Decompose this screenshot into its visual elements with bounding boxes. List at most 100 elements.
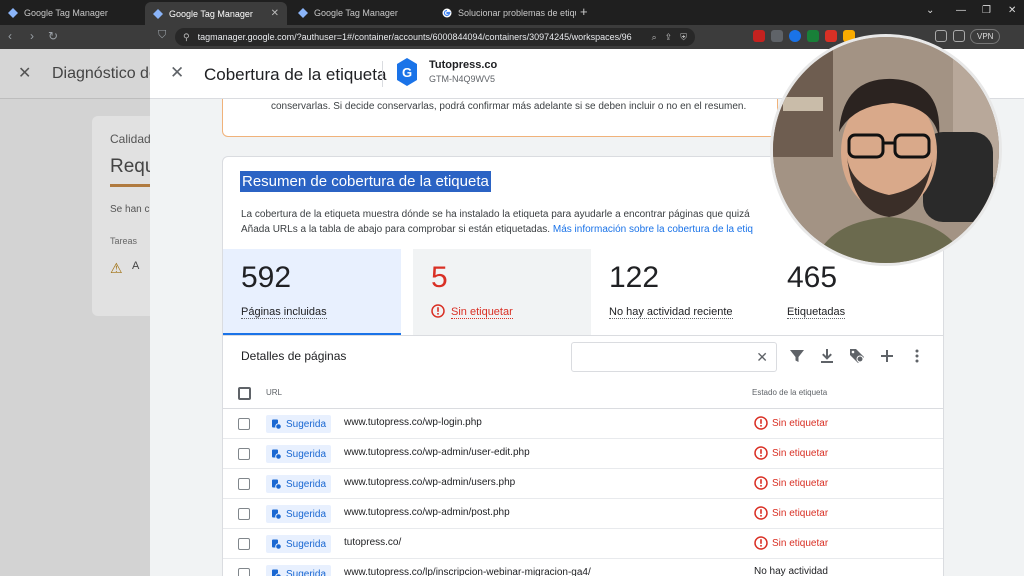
suggested-page-icon	[272, 569, 282, 576]
error-icon	[754, 416, 768, 430]
reload-icon[interactable]: ↻	[48, 29, 58, 43]
extension-icon[interactable]	[753, 30, 765, 42]
row-checkbox[interactable]	[238, 568, 250, 576]
more-options-icon[interactable]	[909, 348, 925, 364]
table-row[interactable]: Sugerida www.tutopress.co/wp-login.php Sin…	[223, 409, 943, 439]
stat-value: 122	[609, 261, 660, 294]
maximize-icon[interactable]: ❐	[982, 5, 991, 16]
bookmark-icon[interactable]: ⛉	[158, 29, 166, 42]
summary-title: Resumen de cobertura de la etiqueta	[240, 171, 491, 192]
row-checkbox[interactable]	[238, 478, 250, 490]
extension-icon[interactable]	[825, 30, 837, 42]
search-input[interactable]: ✕	[571, 342, 777, 372]
close-panel-icon[interactable]: ✕	[170, 63, 184, 83]
stat-included-pages[interactable]: 592 Páginas incluidas	[223, 249, 401, 335]
account-name: Tutopress.co	[429, 59, 498, 71]
row-checkbox[interactable]	[238, 508, 250, 520]
page-details-title: Detalles de páginas	[241, 349, 347, 363]
google-favicon-icon	[442, 8, 452, 18]
tab-title: Google Tag Manager	[314, 8, 398, 18]
chip-label: Sugerida	[286, 568, 327, 576]
tag-status: No hay actividad	[754, 566, 828, 576]
stat-label: Sin etiquetar	[451, 306, 513, 319]
browser-tab-2[interactable]: Google Tag Manager ✕	[145, 2, 287, 25]
stat-label: Etiquetadas	[787, 306, 846, 319]
summary-description-line2: Añada URLs a la tabla de abajo para comp…	[241, 222, 801, 237]
browser-tab-strip: Google Tag Manager Google Tag Manager ✕ …	[0, 0, 1024, 25]
forward-icon[interactable]: ›	[30, 29, 34, 43]
tag-settings-icon[interactable]	[849, 348, 865, 364]
suggested-page-icon	[272, 539, 282, 550]
table-row[interactable]: Sugerida tutopress.co/Sin etiquetar	[223, 529, 943, 559]
row-checkbox[interactable]	[238, 538, 250, 550]
select-all-checkbox[interactable]	[238, 387, 251, 400]
clear-search-icon[interactable]: ✕	[756, 349, 768, 366]
extensions-puzzle-icon[interactable]	[935, 30, 947, 42]
new-tab-button[interactable]: +	[580, 4, 588, 19]
stat-label: Páginas incluidas	[241, 306, 327, 319]
close-icon[interactable]: ✕	[18, 63, 31, 83]
extension-icon[interactable]	[789, 30, 801, 42]
extension-icon[interactable]	[807, 30, 819, 42]
row-checkbox[interactable]	[238, 448, 250, 460]
webcam-overlay	[770, 34, 1002, 266]
table-row[interactable]: Sugerida www.tutopress.co/wp-admin/users.…	[223, 469, 943, 499]
share-icon[interactable]: ⇪	[665, 32, 673, 43]
panel-title: Cobertura de la etiqueta	[204, 65, 387, 84]
suggested-chip: Sugerida	[266, 565, 332, 576]
suggested-page-icon	[272, 509, 282, 520]
vpn-button[interactable]: VPN	[970, 29, 1001, 44]
error-icon	[431, 304, 445, 318]
browser-tab-3[interactable]: Google Tag Manager	[290, 3, 432, 23]
suggested-chip: Sugerida	[266, 535, 332, 553]
learn-more-link[interactable]: Más información sobre la cobertura de la…	[553, 224, 753, 235]
row-checkbox[interactable]	[238, 418, 250, 430]
suggested-chip: Sugerida	[266, 415, 332, 433]
stat-no-recent-activity[interactable]: 122 No hay actividad reciente	[591, 249, 769, 335]
tab-title: Solucionar problemas de etiquetas c	[458, 8, 576, 18]
back-icon[interactable]: ‹	[8, 29, 12, 43]
close-tab-icon[interactable]: ✕	[271, 8, 279, 19]
background-title: Diagnóstico de	[52, 65, 158, 82]
table-row[interactable]: Sugerida www.tutopress.co/wp-admin/post.p…	[223, 499, 943, 529]
tab-title: Google Tag Manager	[169, 8, 253, 19]
download-icon[interactable]	[819, 348, 835, 364]
summary-description: La cobertura de la etiqueta muestra dónd…	[241, 207, 801, 237]
tag-status-label: Sin etiquetar	[772, 447, 829, 459]
zoom-icon[interactable]: ⌕	[652, 32, 657, 43]
tab-search-icon[interactable]: ⌄	[926, 5, 934, 16]
suggested-chip: Sugerida	[266, 505, 332, 523]
table-row[interactable]: Sugerida www.tutopress.co/lp/inscripcion-…	[223, 559, 943, 576]
tag-status-label: Sin etiquetar	[772, 477, 829, 489]
minimize-icon[interactable]: —	[956, 5, 966, 16]
suggested-chip: Sugerida	[266, 475, 332, 493]
quality-heading: Requ	[110, 156, 156, 177]
chip-label: Sugerida	[286, 418, 327, 430]
column-tag-status[interactable]: Estado de la etiqueta	[752, 388, 827, 397]
address-bar[interactable]: ⚲ tagmanager.google.com/?authuser=1#/con…	[175, 28, 695, 46]
column-url[interactable]: URL	[266, 388, 282, 397]
sidebar-icon[interactable]	[953, 30, 965, 42]
quality-underline	[110, 184, 150, 187]
suggested-page-icon	[272, 419, 282, 430]
quality-label: Calidad	[110, 132, 151, 146]
table-header: URL Estado de la etiqueta	[223, 379, 943, 409]
error-icon	[754, 446, 768, 460]
summary-description-line1: La cobertura de la etiqueta muestra dónd…	[241, 209, 750, 220]
filter-icon[interactable]	[789, 348, 805, 364]
site-settings-icon[interactable]: ⚲	[183, 32, 190, 43]
chip-label: Sugerida	[286, 478, 327, 490]
header-divider	[382, 61, 383, 87]
table-row[interactable]: Sugerida www.tutopress.co/wp-admin/user-e…	[223, 439, 943, 469]
brave-shield-icon[interactable]: ⛨	[680, 32, 687, 43]
container-id: GTM-N4Q9WV5	[429, 74, 496, 84]
stat-untagged[interactable]: 5 Sin etiquetar	[413, 249, 591, 335]
browser-tab-1[interactable]: Google Tag Manager	[0, 3, 142, 23]
task-item: A	[132, 260, 140, 272]
summary-description-text: Añada URLs a la tabla de abajo para comp…	[241, 224, 551, 235]
window-close-icon[interactable]: ✕	[1008, 5, 1016, 16]
add-icon[interactable]	[879, 348, 895, 364]
extension-icon[interactable]	[771, 30, 783, 42]
suggested-chip: Sugerida	[266, 445, 332, 463]
browser-tab-4[interactable]: Solucionar problemas de etiquetas c	[434, 3, 576, 23]
